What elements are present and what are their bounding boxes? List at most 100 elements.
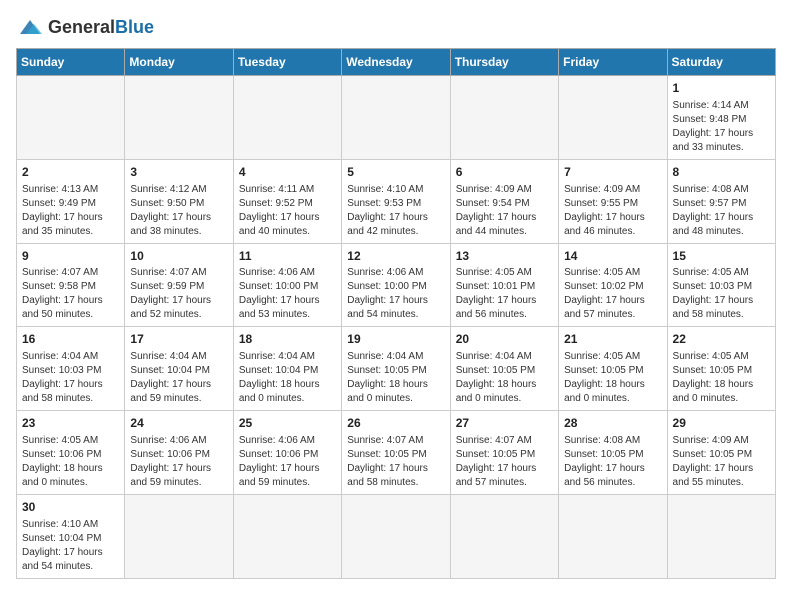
calendar-cell: 11Sunrise: 4:06 AM Sunset: 10:00 PM Dayl…: [233, 243, 341, 327]
calendar-cell: 26 Sunrise: 4:07 AM Sunset: 10:05 PM Dayl…: [342, 411, 450, 495]
day-info: Sunrise: 4:08 AM Sunset: 9:57 PM Dayligh…: [673, 183, 770, 239]
calendar-cell: 9Sunrise: 4:07 AM Sunset: 9:58 PM Daylig…: [17, 243, 125, 327]
day-number: 27: [456, 415, 553, 432]
day-number: 25: [239, 415, 336, 432]
calendar-week-6: 30 Sunrise: 4:10 AM Sunset: 10:04 PM Dayl…: [17, 494, 776, 578]
day-info: Sunrise: 4:06 AM Sunset: 10:00 PM Daylig…: [239, 266, 336, 322]
calendar-cell: 25 Sunrise: 4:06 AM Sunset: 10:06 PM Dayl…: [233, 411, 341, 495]
calendar-cell: 30 Sunrise: 4:10 AM Sunset: 10:04 PM Dayl…: [17, 494, 125, 578]
day-number: 30: [22, 499, 119, 516]
calendar-week-4: 16Sunrise: 4:04 AM Sunset: 10:03 PM Dayl…: [17, 327, 776, 411]
day-number: 24: [130, 415, 227, 432]
day-number: 28: [564, 415, 661, 432]
day-number: 22: [673, 331, 770, 348]
weekday-header-row: SundayMondayTuesdayWednesdayThursdayFrid…: [17, 49, 776, 76]
calendar-cell: [233, 494, 341, 578]
day-number: 13: [456, 248, 553, 265]
day-number: 5: [347, 164, 444, 181]
day-info: Sunrise: 4:11 AM Sunset: 9:52 PM Dayligh…: [239, 183, 336, 239]
calendar-cell: 10Sunrise: 4:07 AM Sunset: 9:59 PM Dayli…: [125, 243, 233, 327]
day-number: 21: [564, 331, 661, 348]
logo-text: GeneralBlue: [48, 17, 154, 38]
day-info: Sunrise: 4:04 AM Sunset: 10:05 PM Daylig…: [456, 350, 553, 406]
day-number: 14: [564, 248, 661, 265]
weekday-header-wednesday: Wednesday: [342, 49, 450, 76]
calendar-cell: 13Sunrise: 4:05 AM Sunset: 10:01 PM Dayl…: [450, 243, 558, 327]
calendar-cell: 29 Sunrise: 4:09 AM Sunset: 10:05 PM Dayl…: [667, 411, 775, 495]
day-info: Sunrise: 4:09 AM Sunset: 10:05 PM Daylig…: [673, 434, 770, 490]
calendar-cell: 6 Sunrise: 4:09 AM Sunset: 9:54 PM Daylig…: [450, 159, 558, 243]
day-number: 2: [22, 164, 119, 181]
calendar-week-3: 9Sunrise: 4:07 AM Sunset: 9:58 PM Daylig…: [17, 243, 776, 327]
day-number: 20: [456, 331, 553, 348]
day-number: 26: [347, 415, 444, 432]
day-info: Sunrise: 4:05 AM Sunset: 10:01 PM Daylig…: [456, 266, 553, 322]
calendar-cell: 8 Sunrise: 4:08 AM Sunset: 9:57 PM Daylig…: [667, 159, 775, 243]
day-number: 17: [130, 331, 227, 348]
day-number: 9: [22, 248, 119, 265]
weekday-header-monday: Monday: [125, 49, 233, 76]
logo-icon: [16, 16, 44, 38]
calendar-cell: 21 Sunrise: 4:05 AM Sunset: 10:05 PM Dayl…: [559, 327, 667, 411]
day-info: Sunrise: 4:10 AM Sunset: 10:04 PM Daylig…: [22, 518, 119, 574]
day-info: Sunrise: 4:09 AM Sunset: 9:54 PM Dayligh…: [456, 183, 553, 239]
day-number: 16: [22, 331, 119, 348]
day-number: 15: [673, 248, 770, 265]
calendar-cell: 14Sunrise: 4:05 AM Sunset: 10:02 PM Dayl…: [559, 243, 667, 327]
calendar-cell: 16Sunrise: 4:04 AM Sunset: 10:03 PM Dayl…: [17, 327, 125, 411]
calendar-cell: 24Sunrise: 4:06 AM Sunset: 10:06 PM Dayl…: [125, 411, 233, 495]
weekday-header-thursday: Thursday: [450, 49, 558, 76]
day-number: 6: [456, 164, 553, 181]
calendar-cell: [342, 494, 450, 578]
weekday-header-friday: Friday: [559, 49, 667, 76]
weekday-header-tuesday: Tuesday: [233, 49, 341, 76]
calendar-cell: [559, 76, 667, 160]
calendar-cell: 15Sunrise: 4:05 AM Sunset: 10:03 PM Dayl…: [667, 243, 775, 327]
calendar-cell: 5 Sunrise: 4:10 AM Sunset: 9:53 PM Daylig…: [342, 159, 450, 243]
day-info: Sunrise: 4:05 AM Sunset: 10:02 PM Daylig…: [564, 266, 661, 322]
calendar-cell: [233, 76, 341, 160]
page-header: GeneralBlue: [16, 16, 776, 38]
calendar-cell: [125, 494, 233, 578]
day-info: Sunrise: 4:14 AM Sunset: 9:48 PM Dayligh…: [673, 99, 770, 155]
day-info: Sunrise: 4:07 AM Sunset: 9:59 PM Dayligh…: [130, 266, 227, 322]
day-number: 11: [239, 248, 336, 265]
day-info: Sunrise: 4:09 AM Sunset: 9:55 PM Dayligh…: [564, 183, 661, 239]
day-number: 8: [673, 164, 770, 181]
day-number: 4: [239, 164, 336, 181]
day-info: Sunrise: 4:07 AM Sunset: 10:05 PM Daylig…: [347, 434, 444, 490]
day-info: Sunrise: 4:08 AM Sunset: 10:05 PM Daylig…: [564, 434, 661, 490]
calendar-cell: [450, 494, 558, 578]
day-info: Sunrise: 4:07 AM Sunset: 9:58 PM Dayligh…: [22, 266, 119, 322]
weekday-header-sunday: Sunday: [17, 49, 125, 76]
calendar-cell: 4 Sunrise: 4:11 AM Sunset: 9:52 PM Daylig…: [233, 159, 341, 243]
calendar-cell: 7Sunrise: 4:09 AM Sunset: 9:55 PM Daylig…: [559, 159, 667, 243]
calendar-cell: 17Sunrise: 4:04 AM Sunset: 10:04 PM Dayl…: [125, 327, 233, 411]
day-info: Sunrise: 4:05 AM Sunset: 10:03 PM Daylig…: [673, 266, 770, 322]
day-number: 18: [239, 331, 336, 348]
calendar-cell: [17, 76, 125, 160]
calendar-cell: [559, 494, 667, 578]
day-info: Sunrise: 4:04 AM Sunset: 10:04 PM Daylig…: [239, 350, 336, 406]
calendar-cell: 28 Sunrise: 4:08 AM Sunset: 10:05 PM Dayl…: [559, 411, 667, 495]
calendar-cell: 18 Sunrise: 4:04 AM Sunset: 10:04 PM Dayl…: [233, 327, 341, 411]
day-info: Sunrise: 4:10 AM Sunset: 9:53 PM Dayligh…: [347, 183, 444, 239]
calendar-cell: 3 Sunrise: 4:12 AM Sunset: 9:50 PM Daylig…: [125, 159, 233, 243]
calendar-week-5: 23Sunrise: 4:05 AM Sunset: 10:06 PM Dayl…: [17, 411, 776, 495]
day-number: 10: [130, 248, 227, 265]
day-info: Sunrise: 4:12 AM Sunset: 9:50 PM Dayligh…: [130, 183, 227, 239]
day-info: Sunrise: 4:06 AM Sunset: 10:06 PM Daylig…: [239, 434, 336, 490]
day-info: Sunrise: 4:05 AM Sunset: 10:05 PM Daylig…: [564, 350, 661, 406]
calendar-cell: 22Sunrise: 4:05 AM Sunset: 10:05 PM Dayl…: [667, 327, 775, 411]
calendar-cell: [125, 76, 233, 160]
logo: GeneralBlue: [16, 16, 154, 38]
calendar-cell: 12Sunrise: 4:06 AM Sunset: 10:00 PM Dayl…: [342, 243, 450, 327]
day-number: 29: [673, 415, 770, 432]
calendar-table: SundayMondayTuesdayWednesdayThursdayFrid…: [16, 48, 776, 579]
day-number: 3: [130, 164, 227, 181]
calendar-cell: [342, 76, 450, 160]
calendar-cell: 1Sunrise: 4:14 AM Sunset: 9:48 PM Daylig…: [667, 76, 775, 160]
day-info: Sunrise: 4:07 AM Sunset: 10:05 PM Daylig…: [456, 434, 553, 490]
calendar-cell: 23Sunrise: 4:05 AM Sunset: 10:06 PM Dayl…: [17, 411, 125, 495]
calendar-cell: 19Sunrise: 4:04 AM Sunset: 10:05 PM Dayl…: [342, 327, 450, 411]
